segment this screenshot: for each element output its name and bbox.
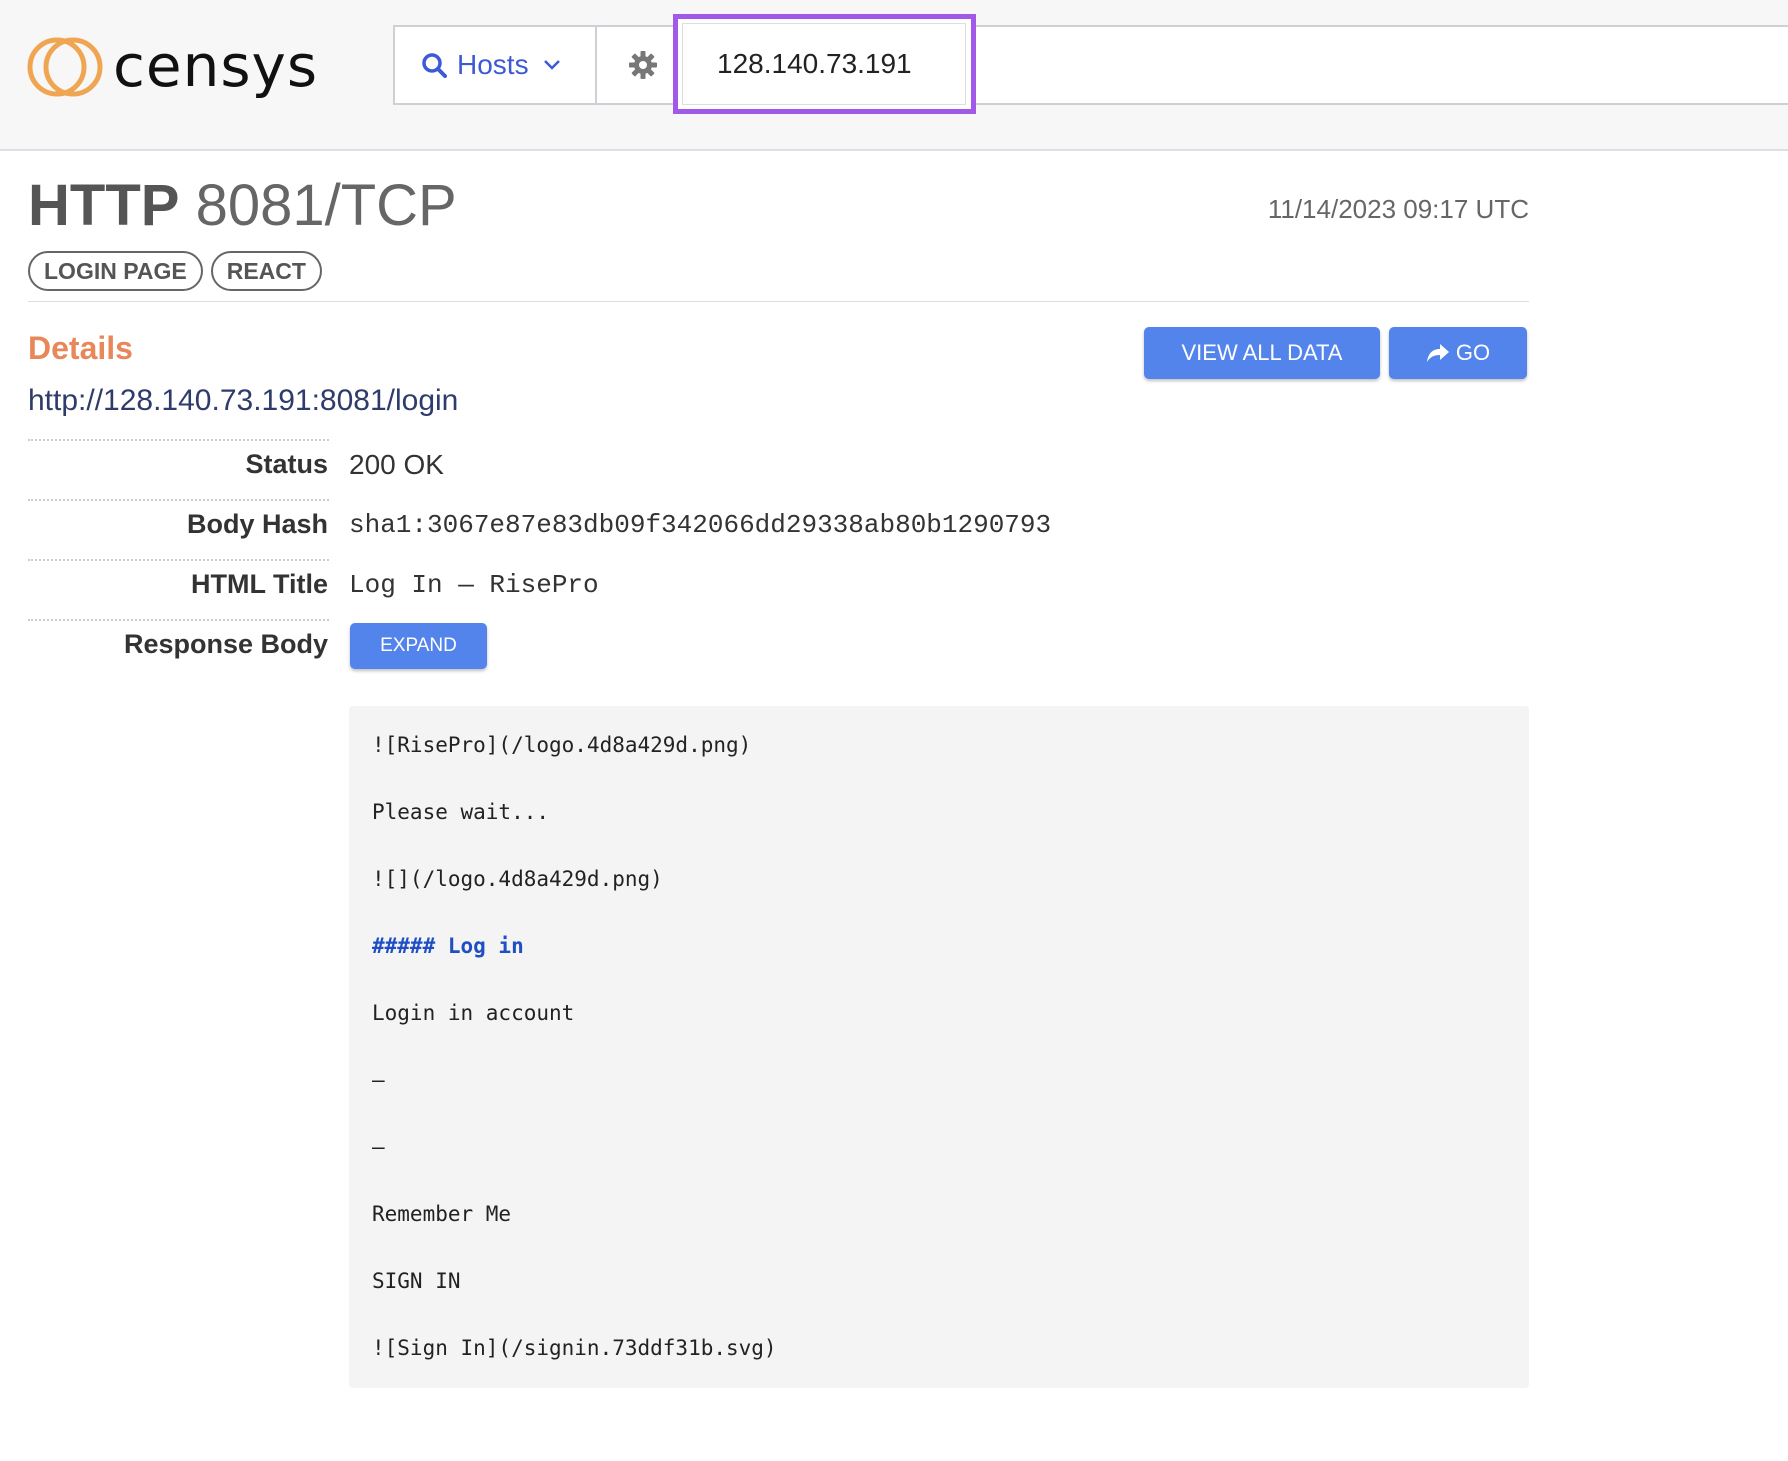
body-line: ![Sign In](/signin.73ddf31b.svg) — [372, 1336, 777, 1360]
go-button[interactable]: GO — [1389, 327, 1527, 379]
service-protocol: HTTP — [28, 173, 180, 238]
tag-badge[interactable]: REACT — [210, 251, 322, 291]
row-separator — [28, 559, 329, 561]
body-line: Login in account — [372, 1001, 575, 1025]
service-title: HTTP 8081/TCP — [28, 172, 457, 240]
body-line: ![RisePro](/logo.4d8a429d.png) — [372, 733, 752, 757]
search-type-label: Hosts — [457, 49, 529, 80]
row-separator — [28, 499, 329, 501]
row-separator — [28, 439, 329, 441]
details-heading: Details — [28, 330, 133, 366]
top-header: censys Hosts — [0, 0, 1788, 151]
query-highlight-box — [673, 14, 976, 114]
body-line: Remember Me — [372, 1202, 512, 1226]
censys-logo[interactable]: censys — [27, 32, 347, 102]
censys-rings-icon — [27, 37, 103, 97]
search-icon — [422, 53, 447, 78]
row-separator — [28, 619, 329, 621]
brand-wordmark: censys — [113, 32, 319, 100]
service-url[interactable]: http://128.140.73.191:8081/login — [28, 384, 458, 418]
chevron-down-icon — [543, 60, 560, 70]
gear-icon — [629, 51, 657, 79]
search-input[interactable] — [682, 23, 966, 105]
field-label-response-body: Response Body — [123, 629, 328, 659]
body-line-heading: ##### Log in — [372, 934, 524, 958]
scan-timestamp: 11/14/2023 09:17 UTC — [1267, 194, 1529, 224]
expand-button[interactable]: EXPAND — [350, 623, 487, 669]
service-port: 8081/TCP — [195, 173, 457, 238]
field-label-html-title: HTML Title — [190, 569, 328, 599]
field-label-status: Status — [245, 449, 328, 479]
body-line: ![](/logo.4d8a429d.png) — [372, 867, 663, 891]
field-label-body-hash: Body Hash — [186, 509, 328, 539]
field-value-html-title: Log In — RisePro — [349, 570, 599, 600]
response-body-panel: ![RisePro](/logo.4d8a429d.png) Please wa… — [349, 706, 1529, 1388]
field-value-status: 200 OK — [349, 449, 444, 480]
body-line: — — [372, 1068, 385, 1092]
share-arrow-icon — [1426, 344, 1449, 362]
body-line: — — [372, 1135, 385, 1159]
service-tags: LOGIN PAGE REACT — [28, 251, 322, 291]
divider — [28, 301, 1529, 302]
search-bar: Hosts — [393, 25, 1788, 105]
go-label: GO — [1455, 340, 1491, 365]
search-type-dropdown[interactable]: Hosts — [395, 27, 597, 103]
body-line: Please wait... — [372, 800, 550, 824]
field-value-body-hash: sha1:3067e87e83db09f342066dd29338ab80b12… — [349, 510, 1052, 540]
body-line: SIGN IN — [372, 1269, 461, 1293]
view-all-data-button[interactable]: VIEW ALL DATA — [1144, 327, 1380, 379]
tag-badge[interactable]: LOGIN PAGE — [28, 251, 203, 291]
